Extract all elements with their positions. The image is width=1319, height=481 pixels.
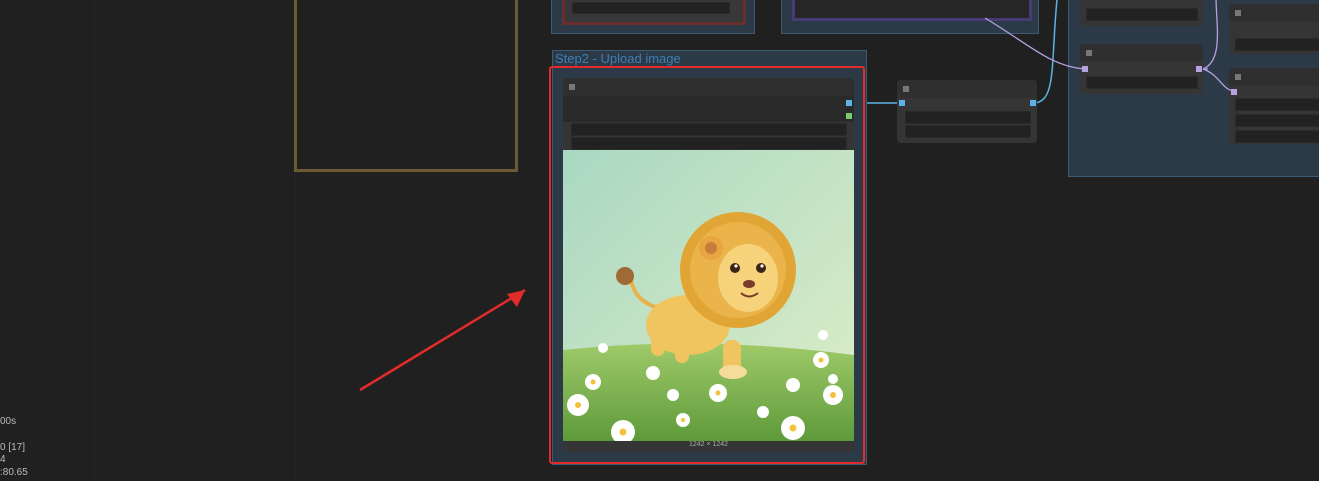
clip-link-up[interactable] <box>1202 0 1219 70</box>
stats-line-1: 00s <box>0 416 17 427</box>
input-port[interactable] <box>899 100 905 106</box>
highlight-box <box>549 66 865 464</box>
stats-line-2: 0 [17] <box>0 442 26 453</box>
stats-line-4: :80.65 <box>0 467 28 478</box>
stats-line-3: 4 <box>0 454 6 465</box>
group-title[interactable]: Step2 - Upload image <box>555 51 681 66</box>
small-middle-node[interactable] <box>897 80 1037 143</box>
clip-link-down[interactable] <box>1202 68 1235 92</box>
clip-link[interactable] <box>984 17 1085 70</box>
node-widget[interactable] <box>905 111 1031 124</box>
input-port[interactable] <box>1231 89 1237 95</box>
red-arrow-icon <box>359 288 526 392</box>
input-port[interactable] <box>1082 66 1088 72</box>
output-port[interactable] <box>1196 66 1202 72</box>
output-port[interactable] <box>1030 100 1036 106</box>
collapse-icon[interactable] <box>903 86 909 92</box>
node-widget[interactable] <box>905 125 1031 138</box>
